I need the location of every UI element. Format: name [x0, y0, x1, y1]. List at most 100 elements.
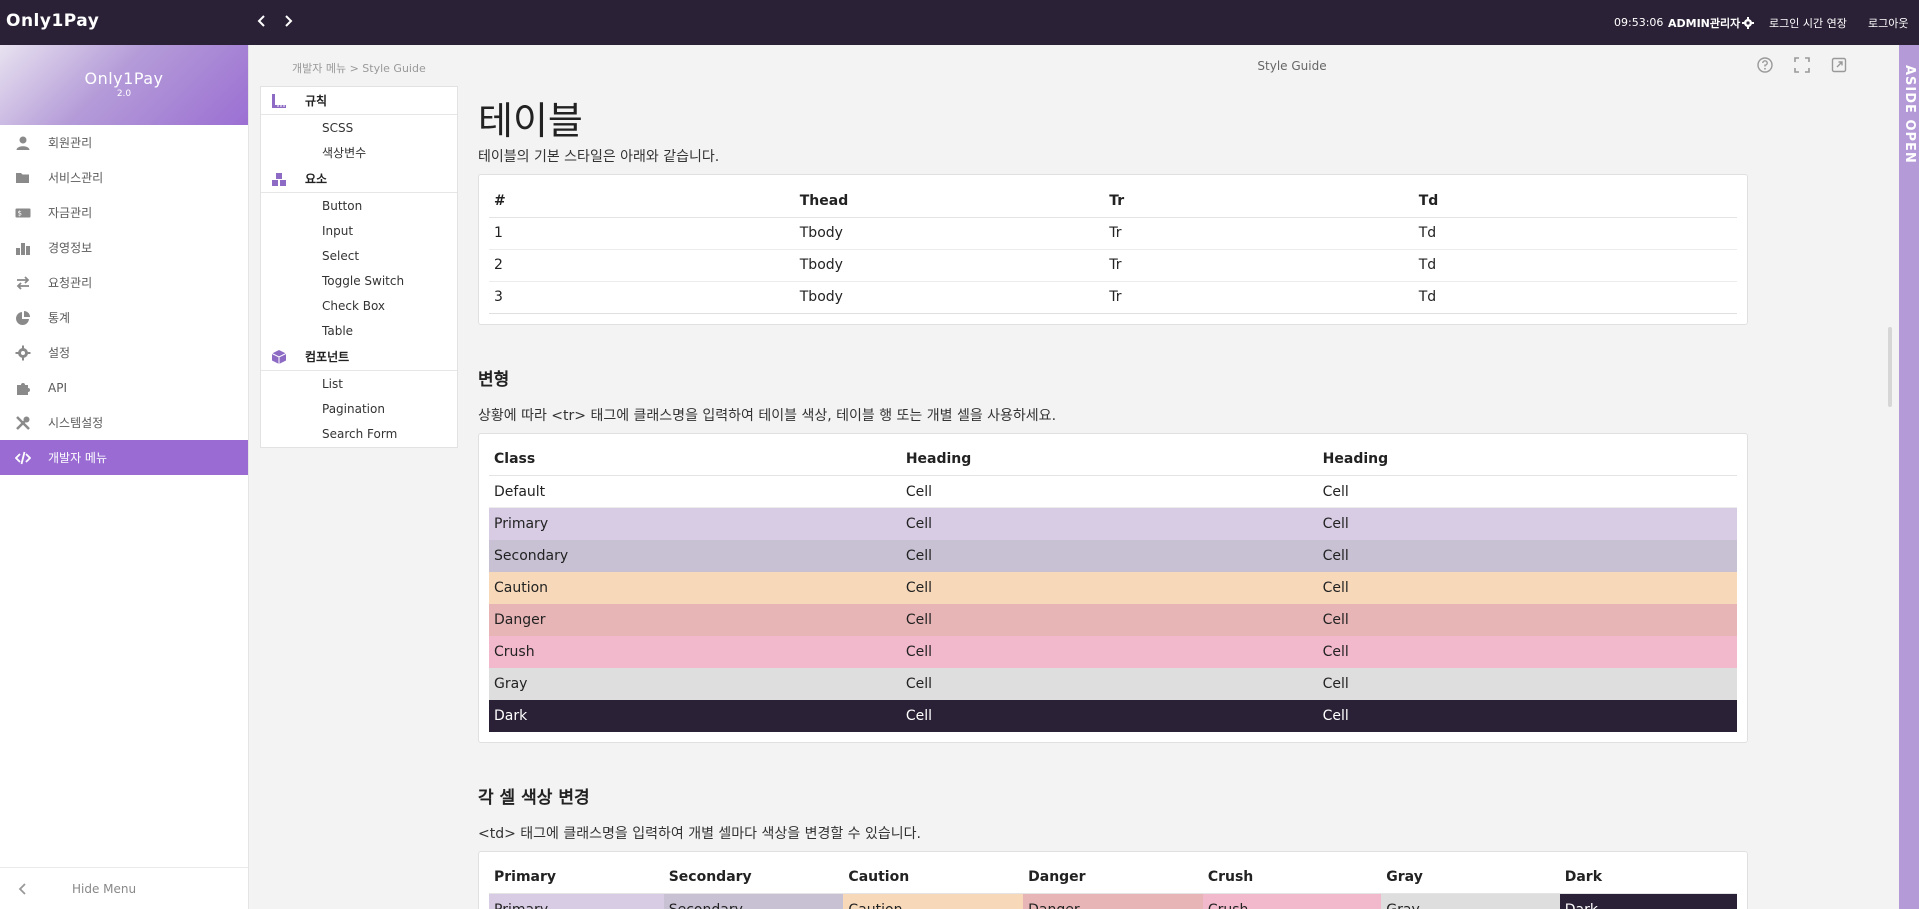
table-header: Primary — [489, 861, 664, 894]
table-row-primary: Primary Cell Cell — [489, 507, 1737, 540]
svg-text:$: $ — [18, 209, 22, 217]
sidebar-item-settings[interactable]: 설정 — [0, 335, 248, 370]
sidebar-item-management[interactable]: 경영정보 — [0, 230, 248, 265]
table-row-default: Default Cell Cell — [489, 475, 1737, 508]
content-scrollbar[interactable] — [1884, 87, 1896, 909]
style-guide-toc: 규칙 SCSS 색상변수 요소 Button Input Select Togg… — [260, 86, 458, 448]
top-bar: Only1Pay 09:53:06 ADMIN관리자 로그인 시간 연장 로그아… — [0, 0, 1919, 45]
table-cell: Cell — [900, 699, 1318, 732]
table-cell-danger: Danger — [1023, 893, 1203, 909]
logout-button[interactable]: 로그아웃 — [1868, 0, 1908, 45]
fullscreen-icon[interactable] — [1793, 56, 1811, 74]
table-header: Class — [489, 443, 901, 476]
sidebar-item-services[interactable]: 서비스관리 — [0, 160, 248, 195]
table-cell: Cell — [1317, 635, 1737, 668]
sidebar-item-label: API — [48, 380, 67, 395]
sidebar-item-system-settings[interactable]: 시스템설정 — [0, 405, 248, 440]
table-header: Heading — [900, 443, 1318, 476]
back-arrow-icon[interactable] — [253, 10, 271, 32]
sidebar-menu: 회원관리 서비스관리 $ 자금관리 경영정보 요청관리 통계 설정 API 시스… — [0, 125, 248, 475]
toc-item-list[interactable]: List — [261, 371, 457, 396]
brand-logo[interactable]: Only1Pay — [6, 11, 99, 31]
user-icon — [15, 135, 31, 151]
forward-arrow-icon[interactable] — [279, 10, 297, 32]
sidebar-item-api[interactable]: API — [0, 370, 248, 405]
exchange-icon — [15, 275, 31, 291]
table-cell: Tr — [1104, 281, 1414, 314]
scrollbar-thumb[interactable] — [1888, 327, 1892, 407]
cell-color-description: <td> 태그에 클래스명을 입력하여 개별 셀마다 색상을 변경할 수 있습니… — [478, 825, 921, 842]
sidebar-logo-text: Only1Pay — [84, 69, 164, 88]
table-row-caution: Caution Cell Cell — [489, 571, 1737, 604]
basic-table: # Thead Tr Td 1 Tbody Tr Td 2 Tbody Tr T — [489, 185, 1737, 314]
toc-item-scss[interactable]: SCSS — [261, 115, 457, 140]
admin-menu[interactable]: ADMIN관리자 — [1668, 0, 1755, 45]
section-heading: 테이블 — [478, 99, 583, 143]
table-cell: Cell — [1317, 475, 1737, 508]
table-header: Tr — [1104, 185, 1414, 218]
toc-section-elements[interactable]: 요소 — [261, 165, 457, 193]
sidebar-item-label: 자금관리 — [48, 206, 93, 220]
toc-item-select[interactable]: Select — [261, 243, 457, 268]
table-cell-gray: Gray — [1381, 893, 1560, 909]
toc-item-button[interactable]: Button — [261, 193, 457, 218]
table-cell-dark: Dark — [1559, 893, 1737, 909]
toc-item-pagination[interactable]: Pagination — [261, 396, 457, 421]
external-link-icon[interactable] — [1830, 56, 1848, 74]
sidebar-logo[interactable]: Only1Pay 2.0 — [0, 45, 248, 125]
toc-section-rules[interactable]: 규칙 — [261, 87, 457, 115]
table-header: Heading — [1317, 443, 1737, 476]
table-cell: Cell — [900, 571, 1318, 604]
sidebar-item-label: 설정 — [48, 346, 71, 360]
session-timer: 09:53:06 — [1614, 16, 1664, 29]
toc-item-toggle-switch[interactable]: Toggle Switch — [261, 268, 457, 293]
toc-item-check-box[interactable]: Check Box — [261, 293, 457, 318]
table-cell: Tbody — [794, 217, 1105, 250]
table-cell: Cell — [1317, 699, 1737, 732]
breadcrumb[interactable]: 개발자 메뉴 > Style Guide — [292, 60, 426, 76]
code-icon — [15, 450, 31, 466]
table-cell: Secondary — [489, 539, 901, 572]
sidebar-item-requests[interactable]: 요청관리 — [0, 265, 248, 300]
toc-section-components[interactable]: 컴포넌트 — [261, 343, 457, 371]
toc-item-table[interactable]: Table — [261, 318, 457, 343]
table-header: Dark — [1559, 861, 1737, 894]
toc-item-input[interactable]: Input — [261, 218, 457, 243]
page-title: Style Guide — [1257, 59, 1327, 73]
toc-section-title: 요소 — [305, 172, 328, 186]
table-cell: Tbody — [794, 249, 1105, 282]
aside-open-toggle[interactable]: ASIDE OPEN — [1899, 45, 1919, 909]
table-cell: Crush — [489, 635, 901, 668]
sidebar-item-funds[interactable]: $ 자금관리 — [0, 195, 248, 230]
hide-menu-label: Hide Menu — [72, 881, 137, 896]
gear-icon — [1742, 16, 1755, 29]
sidebar-item-developer-menu[interactable]: 개발자 메뉴 — [0, 440, 248, 475]
help-icon[interactable] — [1756, 56, 1774, 74]
cell-color-heading: 각 셀 색상 변경 — [478, 787, 590, 808]
table-cell: 2 — [489, 249, 795, 282]
sidebar-item-statistics[interactable]: 통계 — [0, 300, 248, 335]
puzzle-icon — [15, 380, 31, 396]
table-header: Danger — [1023, 861, 1203, 894]
cell-color-table-card: Primary Secondary Caution Danger Crush G… — [478, 850, 1748, 909]
toc-item-color-vars[interactable]: 색상변수 — [261, 140, 457, 165]
table-row-crush: Crush Cell Cell — [489, 635, 1737, 668]
table-cell-caution: Caution — [843, 893, 1024, 909]
table-header: Secondary — [663, 861, 844, 894]
sidebar-version: 2.0 — [116, 89, 132, 99]
extend-login-button[interactable]: 로그인 시간 연장 — [1769, 0, 1847, 45]
table-cell: Cell — [900, 603, 1318, 636]
toc-item-search-form[interactable]: Search Form — [261, 421, 457, 446]
main-content: 테이블 테이블의 기본 스타일은 아래와 같습니다. # Thead Tr Td… — [478, 86, 1748, 909]
table-cell: Cell — [900, 475, 1318, 508]
variant-table: Class Heading Heading Default Cell Cell … — [489, 443, 1737, 732]
table-header-row: # Thead Tr Td — [489, 185, 1737, 218]
money-icon: $ — [15, 205, 31, 221]
sidebar-item-members[interactable]: 회원관리 — [0, 125, 248, 160]
hide-menu-button[interactable]: Hide Menu — [0, 867, 248, 909]
cell-color-table: Primary Secondary Caution Danger Crush G… — [489, 861, 1737, 909]
table-cell: Danger — [489, 603, 901, 636]
section-intro: 테이블의 기본 스타일은 아래와 같습니다. — [478, 149, 720, 165]
table-header: Gray — [1381, 861, 1560, 894]
table-row-dark: Dark Cell Cell — [489, 699, 1737, 732]
